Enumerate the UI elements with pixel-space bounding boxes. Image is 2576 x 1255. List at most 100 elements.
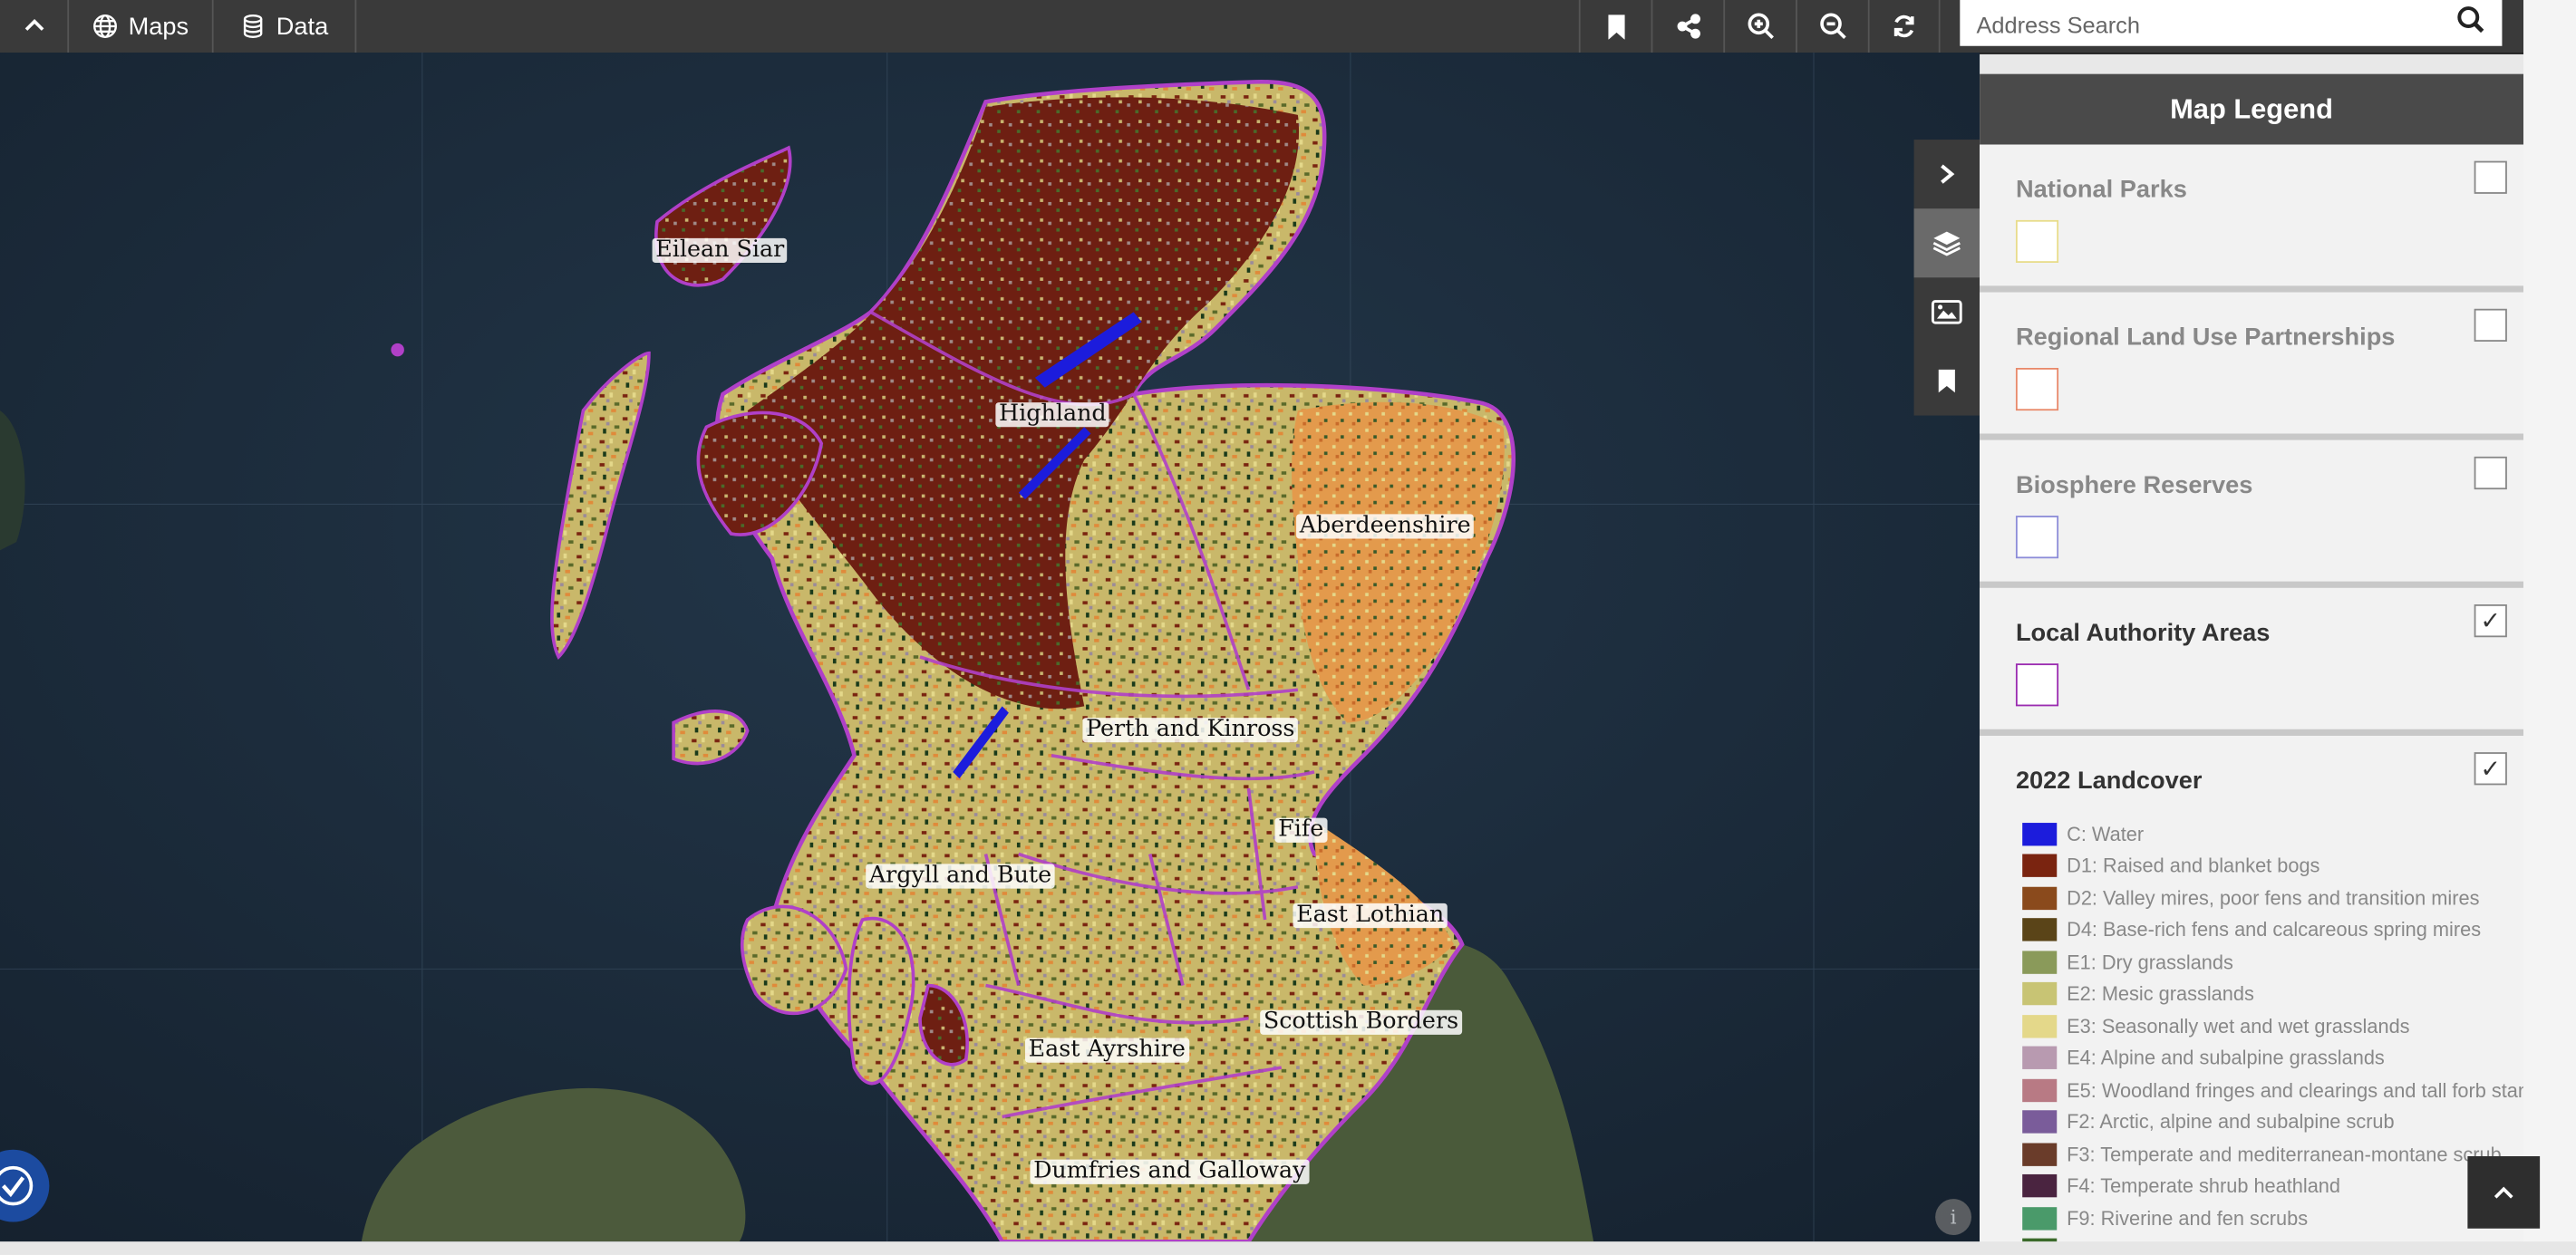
landcover-class-item: G1: Broadleaved deciduous woodland [2022,1234,2523,1242]
legend-layer-biosphere-reserves: Biosphere Reserves [1980,439,2523,588]
panel-side-tabs [1913,140,1980,416]
data-menu-button[interactable]: Data [211,0,357,53]
chevron-right-icon [1941,164,1955,184]
share-icon [1676,14,1700,39]
back-to-top-button[interactable] [2467,1156,2541,1229]
landcover-class-list: C: Water D1: Raised and blanket bogs D2: V… [2022,818,2523,1242]
place-label-highland: Highland [995,401,1110,428]
landcover-class-label: E4: Alpine and subalpine grasslands [2067,1047,2385,1070]
landcover-swatch [2022,1143,2058,1166]
landcover-swatch [2022,1078,2058,1102]
landcover-class-label: F9: Riverine and fen scrubs [2067,1206,2309,1231]
landcover-swatch [2022,950,2058,974]
chevron-up-icon [24,18,44,31]
landcover-class-item: F9: Riverine and fen scrubs [2022,1202,2523,1234]
layer-toggle-checkbox[interactable] [2474,456,2507,490]
place-label-east-lothian: East Lothian [1293,903,1448,929]
landcover-swatch [2022,918,2058,942]
landcover-class-label: D4: Base-rich fens and calcareous spring… [2067,918,2482,942]
layer-name: Local Authority Areas [2015,619,2271,648]
landcover-class-label: E5: Woodland fringes and clearings and t… [2067,1078,2523,1102]
refresh-icon [1893,14,1914,38]
landcover-class-item: F3: Temperate and mediterranean-montane … [2022,1138,2523,1170]
landcover-swatch [2022,822,2058,845]
layer-swatch [2015,219,2059,263]
landcover-swatch [2022,1206,2058,1231]
landcover-class-item: C: Water [2022,818,2523,850]
bookmark-button[interactable] [1578,0,1651,53]
chevron-up-icon [2494,1186,2513,1199]
zoom-in-icon [1747,13,1774,39]
landcover-class-item: F4: Temperate shrub heathland [2022,1170,2523,1202]
landcover-class-item: E2: Mesic grasslands [2022,978,2523,1009]
landcover-class-label: C: Water [2067,822,2145,845]
landcover-swatch [2022,1014,2058,1038]
legend-layer-2022-landcover: 2022 Landcover ✓ C: Water D1: Raised and … [1980,736,2523,1242]
basemap-tab[interactable] [1914,277,1980,346]
layer-toggle-checkbox[interactable] [2474,308,2507,342]
bookmarks-tab[interactable] [1914,346,1980,415]
legend-layer-regional-land-use-partnerships: Regional Land Use Partnerships [1980,292,2523,440]
landcover-class-item: E5: Woodland fringes and clearings and t… [2022,1074,2523,1105]
place-label-fife: Fife [1274,817,1327,843]
landcover-class-label: F3: Temperate and mediterranean-montane … [2067,1143,2502,1166]
landcover-class-item: F2: Arctic, alpine and subalpine scrub [2022,1106,2523,1138]
basemap-icon [1931,300,1962,324]
bookmark-icon [1607,14,1624,40]
refresh-button[interactable] [1867,0,1941,53]
maps-menu-button[interactable]: Maps [67,0,212,53]
landcover-swatch [2022,982,2058,1006]
map-canvas[interactable]: Eilean Siar Highland Aberdeenshire Perth… [0,53,1980,1242]
page-bottom-edge [0,1241,2576,1255]
address-search-box [1960,0,2503,46]
map-attribution-button[interactable]: i [1935,1199,1971,1235]
layer-swatch [2015,663,2059,707]
landcover-class-label: F2: Arctic, alpine and subalpine scrub [2067,1110,2395,1134]
legend-layer-local-authority-areas: Local Authority Areas ✓ [1980,587,2523,736]
layer-toggle-checkbox[interactable]: ✓ [2474,752,2507,786]
collapse-panel-tab[interactable] [1914,140,1980,208]
accessibility-check-icon [0,1165,34,1206]
landcover-swatch [2022,854,2058,878]
landcover-class-label: F4: Temperate shrub heathland [2067,1174,2341,1198]
layer-name: National Parks [2015,175,2187,204]
bookmark-icon [1938,369,1955,393]
zoom-out-icon [1819,13,1845,39]
legend-layers-tab[interactable] [1913,208,1980,278]
place-label-dumfries-and-galloway: Dumfries and Galloway [1030,1159,1310,1184]
place-label-aberdeenshire: Aberdeenshire [1296,513,1475,539]
landcover-class-label: E2: Mesic grasslands [2067,982,2254,1006]
page-scrollbar-track[interactable] [2523,0,2576,1242]
landcover-class-label: E3: Seasonally wet and wet grasslands [2067,1014,2410,1038]
share-button[interactable] [1651,0,1724,53]
landcover-class-label: D2: Valley mires, poor fens and transiti… [2067,886,2480,910]
checkmark-icon: ✓ [2480,607,2502,636]
landcover-swatch [2022,886,2058,910]
landcover-class-item: E1: Dry grasslands [2022,946,2523,978]
landcover-swatch [2022,1174,2058,1198]
layer-swatch [2015,516,2059,559]
landcover-map [0,53,1980,1242]
top-toolbar: Maps Data [0,0,2523,54]
zoom-in-button[interactable] [1723,0,1796,53]
collapse-toolbar-button[interactable] [0,0,67,53]
data-menu-label: Data [276,12,329,41]
legend-layer-national-parks: National Parks [1980,144,2523,293]
layer-toggle-checkbox[interactable]: ✓ [2474,604,2507,638]
checkmark-icon: ✓ [2480,755,2502,784]
place-label-eilean-siar: Eilean Siar [652,237,788,263]
layer-name: 2022 Landcover [2015,767,2203,796]
database-icon [244,14,263,38]
search-icon[interactable] [2456,5,2486,34]
landcover-class-item: D1: Raised and blanket bogs [2022,850,2523,882]
map-legend-panel: Map Legend National Parks Regional Land … [1980,73,2523,1242]
landcover-class-item: D2: Valley mires, poor fens and transiti… [2022,882,2523,913]
layer-toggle-checkbox[interactable] [2474,160,2507,194]
landcover-class-item: E3: Seasonally wet and wet grasslands [2022,1010,2523,1042]
globe-icon [93,14,118,38]
zoom-out-button[interactable] [1796,0,1868,53]
maps-menu-label: Maps [128,12,189,41]
place-label-east-ayrshire: East Ayrshire [1025,1038,1189,1063]
layer-name: Biosphere Reserves [2015,471,2253,499]
address-search-input[interactable] [1972,5,2440,44]
